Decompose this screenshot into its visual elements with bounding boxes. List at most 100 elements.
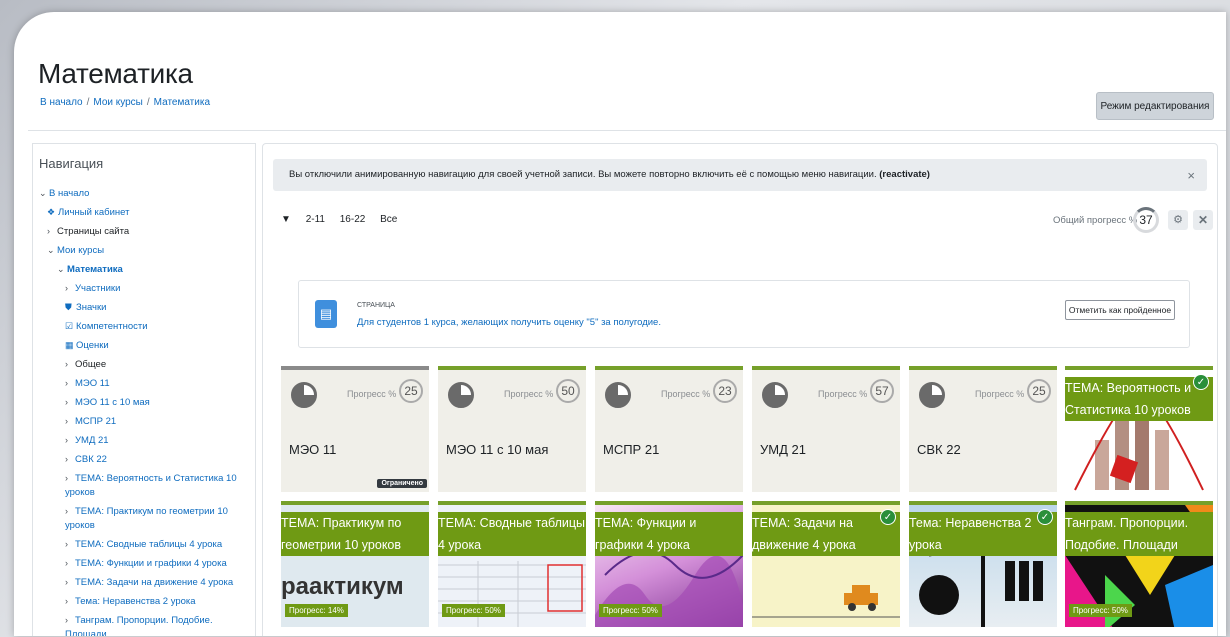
chevron-right-icon[interactable]: ›	[65, 412, 75, 430]
nav-section[interactable]: УМД 21	[75, 435, 109, 446]
nav-section[interactable]: Общее	[75, 359, 106, 370]
filter-2-11[interactable]: 2-11	[306, 214, 325, 225]
filter-16-22[interactable]: 16-22	[340, 214, 366, 225]
nav-section[interactable]: ТЕМА: Функции и графики 4 урока	[75, 558, 227, 569]
chevron-right-icon[interactable]: ›	[65, 573, 75, 591]
chevron-right-icon[interactable]: ›	[65, 374, 75, 392]
nav-section[interactable]: МЭО 11 с 10 мая	[75, 397, 150, 408]
chevron-right-icon[interactable]: ›	[65, 450, 75, 468]
section-tile-motion[interactable]: ТЕМА: Задачи на движение 4 урока ✓	[752, 501, 900, 627]
nav-section[interactable]: ТЕМА: Практикум по геометрии 10 уроков	[65, 506, 228, 531]
nav-participants[interactable]: Участники	[75, 283, 120, 294]
tile-progress: Прогресс: 50%	[1069, 604, 1132, 617]
pie-chart-icon	[762, 382, 788, 408]
tile-title: ТЕМА: Сводные таблицы 4 урока	[438, 512, 586, 556]
tile-art-text: раактикум	[281, 573, 404, 600]
overall-progress-ring: 37	[1133, 207, 1159, 233]
chevron-right-icon[interactable]: ›	[65, 535, 75, 553]
nav-home[interactable]: В начало	[49, 188, 89, 199]
filter-all[interactable]: Все	[380, 214, 397, 225]
completed-check-icon: ✓	[1193, 374, 1209, 390]
tile-title: Танграм. Пропорции. Подобие. Площади	[1065, 512, 1213, 556]
nav-badges[interactable]: Значки	[76, 302, 106, 313]
section-tile-mspr21[interactable]: Прогресс % 23 МСПР 21	[595, 366, 743, 492]
dashboard-icon: ❖	[47, 207, 56, 217]
breadcrumb-course[interactable]: Математика	[154, 97, 210, 108]
breadcrumb: В начало / Мои курсы / Математика	[40, 97, 210, 108]
section-tile-functions[interactable]: ТЕМА: Функции и графики 4 урока Прогресс…	[595, 501, 743, 627]
chevron-right-icon[interactable]: ›	[65, 279, 75, 297]
page-title: Математика	[38, 58, 193, 89]
breadcrumb-my-courses[interactable]: Мои курсы	[93, 97, 143, 108]
section-tile-pivot-tables[interactable]: ТЕМА: Сводные таблицы 4 урока Прогресс: …	[438, 501, 586, 627]
section-filter: ▼ 2-11 16-22 Все	[281, 214, 409, 225]
filter-icon[interactable]: ▼	[281, 214, 291, 225]
tile-title: МСПР 21	[603, 442, 660, 457]
progress-ring: 50	[556, 379, 580, 403]
nav-section[interactable]: МЭО 11	[75, 378, 110, 389]
nav-section[interactable]: ТЕМА: Вероятность и Статистика 10 уроков	[65, 473, 237, 498]
section-tile-geometry[interactable]: раактикум ТЕМА: Практикум по геометрии 1…	[281, 501, 429, 627]
section-tile-meo11-may[interactable]: Прогресс % 50 МЭО 11 с 10 мая	[438, 366, 586, 492]
section-tile-svk22[interactable]: Прогресс % 25 СВК 22	[909, 366, 1057, 492]
chevron-down-icon[interactable]: ⌄	[39, 184, 49, 202]
chevron-right-icon[interactable]: ›	[65, 393, 75, 411]
navigation-tree: ⌄ В начало ❖ Личный кабинет › Страницы сайт…	[39, 184, 251, 636]
edit-mode-button[interactable]: Режим редактирования	[1096, 92, 1214, 120]
close-icon[interactable]: ✕	[1193, 210, 1213, 230]
tile-title: МЭО 11	[289, 442, 337, 457]
nav-section[interactable]: ТЕМА: Задачи на движение 4 урока	[75, 577, 233, 588]
tile-progress: Прогресс: 14%	[285, 604, 348, 617]
nav-my-courses[interactable]: Мои курсы	[57, 245, 104, 256]
nav-course-math[interactable]: Математика	[67, 264, 123, 275]
progress-label: Прогресс %	[661, 389, 711, 399]
nav-section[interactable]: Тема: Неравенства 2 урока	[75, 596, 196, 607]
nav-section[interactable]: МСПР 21	[75, 416, 116, 427]
reactivate-link[interactable]: (reactivate)	[879, 169, 930, 180]
pie-chart-icon	[605, 382, 631, 408]
nav-section[interactable]: Танграм. Пропорции. Подобие. Площади	[65, 615, 213, 636]
nav-competencies[interactable]: Компетентности	[76, 321, 148, 332]
progress-label: Прогресс %	[975, 389, 1025, 399]
progress-label: Прогресс %	[504, 389, 554, 399]
restricted-badge: Ограничено	[377, 479, 427, 488]
nav-section[interactable]: СВК 22	[75, 454, 107, 465]
section-tile-inequalities[interactable]: Тема: Неравенства 2 урока ✓	[909, 501, 1057, 627]
alert-banner: Вы отключили анимированную навигацию для…	[273, 159, 1207, 191]
tile-progress: Прогресс: 50%	[442, 604, 505, 617]
nav-dashboard[interactable]: Личный кабинет	[58, 207, 129, 218]
page-icon: ▤	[315, 300, 337, 328]
page-activity: ▤ СТРАНИЦА Для студентов 1 курса, желающ…	[298, 280, 1190, 348]
checkbox-icon: ☑	[65, 321, 74, 331]
gear-icon[interactable]: ⚙	[1168, 210, 1188, 230]
activity-type: СТРАНИЦА	[357, 302, 395, 309]
section-tile-tangram[interactable]: Танграм. Пропорции. Подобие. Площади Про…	[1065, 501, 1213, 627]
section-tile-umd21[interactable]: Прогресс % 57 УМД 21	[752, 366, 900, 492]
table-icon: ▦	[65, 340, 74, 350]
close-icon[interactable]: ×	[1187, 168, 1195, 183]
chevron-right-icon[interactable]: ›	[65, 471, 75, 485]
activity-link[interactable]: Для студентов 1 курса, желающих получить…	[357, 317, 661, 328]
section-tile-probability[interactable]: ТЕМА: Вероятность и Статистика 10 уроков…	[1065, 366, 1213, 492]
nav-site-pages[interactable]: Страницы сайта	[57, 226, 129, 237]
chevron-right-icon[interactable]: ›	[47, 222, 57, 240]
shield-icon: ⛊	[65, 302, 72, 312]
tile-title: МЭО 11 с 10 мая	[446, 442, 549, 457]
chevron-right-icon[interactable]: ›	[65, 613, 75, 627]
chevron-right-icon[interactable]: ›	[65, 554, 75, 572]
chevron-down-icon[interactable]: ⌄	[47, 241, 57, 259]
chevron-right-icon[interactable]: ›	[65, 504, 75, 518]
chevron-right-icon[interactable]: ›	[65, 355, 75, 373]
chevron-down-icon[interactable]: ⌄	[57, 260, 67, 278]
chevron-right-icon[interactable]: ›	[65, 592, 75, 610]
mark-done-button[interactable]: Отметить как пройденное	[1065, 300, 1175, 320]
chevron-right-icon[interactable]: ›	[65, 431, 75, 449]
tile-title: СВК 22	[917, 442, 961, 457]
progress-label: Прогресс %	[818, 389, 868, 399]
tile-title: ТЕМА: Практикум по геометрии 10 уроков	[281, 512, 429, 556]
breadcrumb-home[interactable]: В начало	[40, 97, 83, 108]
nav-section[interactable]: ТЕМА: Сводные таблицы 4 урока	[75, 539, 222, 550]
overall-progress: Общий прогресс % 37 ⚙ ✕	[1053, 207, 1213, 235]
section-tile-meo11[interactable]: Прогресс % 25 МЭО 11 Ограничено	[281, 366, 429, 492]
nav-grades[interactable]: Оценки	[76, 340, 109, 351]
